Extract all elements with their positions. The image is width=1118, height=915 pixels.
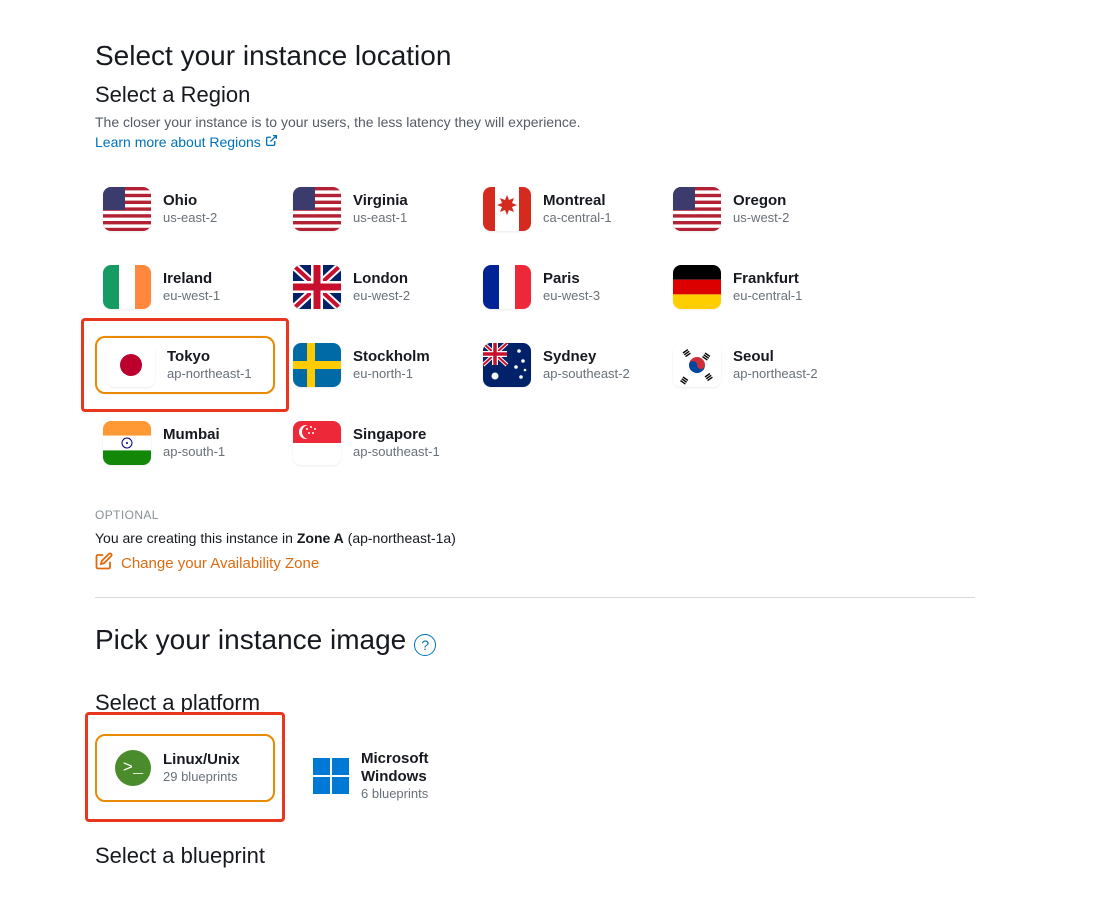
flag-icon — [103, 421, 151, 465]
blueprint-heading: Select a blueprint — [95, 843, 975, 869]
optional-label: OPTIONAL — [95, 508, 975, 522]
region-name: Frankfurt — [733, 270, 802, 288]
platform-row: >_ Linux/Unix29 blueprints Microsoft Windo… — [95, 734, 975, 819]
flag-icon — [107, 343, 155, 387]
terminal-icon: >_ — [115, 750, 151, 786]
learn-more-text: Learn more about Regions — [95, 134, 261, 150]
region-card-eu-central-1[interactable]: Frankfurteu-central-1 — [665, 258, 845, 316]
region-card-ap-southeast-2[interactable]: Sydneyap-southeast-2 — [475, 336, 655, 394]
platform-card-windows[interactable]: Microsoft Windows6 blueprints — [293, 734, 473, 819]
region-name: Ohio — [163, 192, 217, 210]
region-card-eu-north-1[interactable]: Stockholmeu-north-1 — [285, 336, 465, 394]
region-card-eu-west-3[interactable]: Pariseu-west-3 — [475, 258, 655, 316]
region-heading: Select a Region — [95, 82, 975, 108]
region-code: eu-central-1 — [733, 288, 802, 304]
region-code: us-east-1 — [353, 210, 408, 226]
region-name: London — [353, 270, 410, 288]
flag-icon — [293, 187, 341, 231]
location-heading: Select your instance location — [95, 40, 975, 72]
flag-icon — [483, 343, 531, 387]
edit-icon — [95, 552, 113, 574]
region-code: ca-central-1 — [543, 210, 612, 226]
flag-icon — [293, 343, 341, 387]
region-code: us-east-2 — [163, 210, 217, 226]
change-zone-text: Change your Availability Zone — [121, 555, 319, 572]
platform-card-linux[interactable]: >_ Linux/Unix29 blueprints — [95, 734, 275, 802]
flag-icon — [103, 265, 151, 309]
region-card-ap-south-1[interactable]: Mumbaiap-south-1 — [95, 414, 275, 472]
platform-name: Linux/Unix — [163, 751, 240, 769]
region-name: Montreal — [543, 192, 612, 210]
help-icon[interactable]: ? — [414, 634, 436, 656]
external-link-icon — [265, 134, 278, 150]
region-card-eu-west-2[interactable]: Londoneu-west-2 — [285, 258, 465, 316]
flag-icon — [673, 187, 721, 231]
region-name: Sydney — [543, 348, 630, 366]
region-name: Seoul — [733, 348, 818, 366]
region-card-ap-southeast-1[interactable]: Singaporeap-southeast-1 — [285, 414, 465, 472]
change-zone-link[interactable]: Change your Availability Zone — [95, 552, 319, 574]
divider — [95, 597, 975, 598]
region-name: Mumbai — [163, 426, 225, 444]
region-card-us-west-2[interactable]: Oregonus-west-2 — [665, 180, 845, 238]
region-card-ca-central-1[interactable]: Montrealca-central-1 — [475, 180, 655, 238]
flag-icon — [103, 187, 151, 231]
platform-name: Microsoft Windows — [361, 750, 451, 786]
image-heading: Pick your instance image — [95, 624, 406, 656]
region-code: ap-southeast-2 — [543, 366, 630, 382]
flag-icon — [483, 265, 531, 309]
region-card-us-east-1[interactable]: Virginiaus-east-1 — [285, 180, 465, 238]
region-name: Virginia — [353, 192, 408, 210]
region-code: us-west-2 — [733, 210, 789, 226]
windows-icon — [313, 758, 349, 794]
region-code: eu-north-1 — [353, 366, 430, 382]
flag-icon — [293, 421, 341, 465]
region-code: ap-northeast-2 — [733, 366, 818, 382]
region-name: Ireland — [163, 270, 220, 288]
zone-info: You are creating this instance in Zone A… — [95, 530, 975, 546]
region-card-eu-west-1[interactable]: Irelandeu-west-1 — [95, 258, 275, 316]
region-code: ap-south-1 — [163, 444, 225, 460]
platform-heading: Select a platform — [95, 690, 975, 716]
platform-sub: 6 blueprints — [361, 786, 451, 803]
region-name: Tokyo — [167, 348, 252, 366]
region-description: The closer your instance is to your user… — [95, 114, 975, 130]
flag-icon — [673, 265, 721, 309]
region-card-ap-northeast-2[interactable]: Seoulap-northeast-2 — [665, 336, 845, 394]
region-code: eu-west-3 — [543, 288, 600, 304]
region-card-ap-northeast-1[interactable]: Tokyoap-northeast-1 — [95, 336, 275, 394]
flag-icon — [483, 187, 531, 231]
region-name: Singapore — [353, 426, 440, 444]
region-code: ap-southeast-1 — [353, 444, 440, 460]
region-code: eu-west-1 — [163, 288, 220, 304]
region-name: Paris — [543, 270, 600, 288]
flag-icon — [673, 343, 721, 387]
platform-sub: 29 blueprints — [163, 769, 240, 786]
region-code: ap-northeast-1 — [167, 366, 252, 382]
region-name: Oregon — [733, 192, 789, 210]
region-grid: Ohious-east-2Virginiaus-east-1Montrealca… — [95, 180, 975, 472]
flag-icon — [293, 265, 341, 309]
region-card-us-east-2[interactable]: Ohious-east-2 — [95, 180, 275, 238]
region-name: Stockholm — [353, 348, 430, 366]
learn-more-link[interactable]: Learn more about Regions — [95, 134, 278, 150]
region-code: eu-west-2 — [353, 288, 410, 304]
